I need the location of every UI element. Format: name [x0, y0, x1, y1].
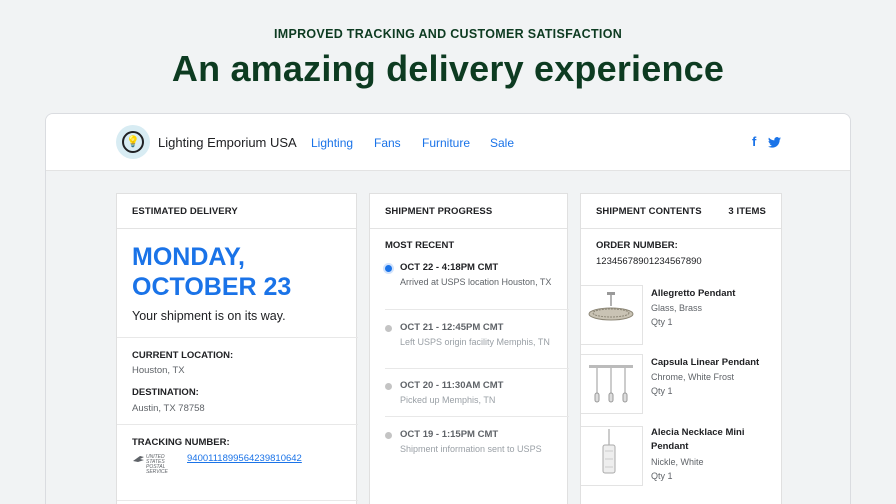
step-description: Arrived at USPS location Houston, TX — [400, 277, 552, 287]
item-quantity: Qty 1 — [651, 471, 673, 481]
step-description: Shipment information sent to USPS — [400, 444, 542, 454]
item-material: Nickle, White — [651, 457, 704, 467]
panel-heading: ESTIMATED DELIVERY — [117, 194, 356, 229]
linear-pendant-icon — [589, 365, 633, 403]
step-description: Picked up Memphis, TN — [400, 395, 496, 405]
panel-heading: SHIPMENT PROGRESS — [370, 194, 567, 229]
item-name[interactable]: Alecia Necklace Mini Pendant — [651, 426, 771, 454]
divider — [117, 424, 358, 425]
progress-step: OCT 22 - 4:18PM CMT Arrived at USPS loca… — [370, 262, 569, 310]
divider — [117, 337, 358, 338]
current-location-label: CURRENT LOCATION: — [132, 350, 234, 361]
order-number-value: 12345678901234567890 — [596, 256, 702, 267]
delivery-date: MONDAY, OCTOBER 23 — [132, 242, 291, 302]
progress-step: OCT 21 - 12:45PM CMT Left USPS origin fa… — [370, 322, 569, 370]
nav-link-furniture[interactable]: Furniture — [422, 136, 470, 150]
shipment-progress-panel: SHIPMENT PROGRESS MOST RECENT OCT 22 - 4… — [369, 193, 569, 504]
step-title: OCT 19 - 1:15PM CMT — [400, 429, 499, 440]
usps-logo: UNITED STATES POSTAL SERVICE — [132, 454, 182, 475]
twitter-icon[interactable] — [768, 136, 781, 148]
step-title: OCT 22 - 4:18PM CMT — [400, 262, 499, 273]
nav-link-fans[interactable]: Fans — [374, 136, 401, 150]
item-quantity: Qty 1 — [651, 317, 673, 327]
item-image[interactable] — [581, 354, 643, 414]
delivery-day: MONDAY, — [132, 243, 245, 271]
destination-value: Austin, TX 78758 — [132, 403, 205, 414]
chandelier-icon — [588, 292, 634, 321]
item-quantity: Qty 1 — [651, 386, 673, 396]
step-dot — [385, 325, 392, 332]
destination-label: DESTINATION: — [132, 387, 199, 398]
step-dot — [385, 432, 392, 439]
store-logo[interactable]: 💡 — [116, 125, 150, 159]
divider — [117, 500, 358, 501]
order-number-label: ORDER NUMBER: — [596, 240, 678, 251]
store-window: 💡 Lighting Emporium USA Lighting Fans Fu… — [45, 113, 851, 504]
item-material: Chrome, White Frost — [651, 372, 735, 382]
hero-eyebrow: IMPROVED TRACKING AND CUSTOMER SATISFACT… — [273, 27, 623, 41]
current-location-value: Houston, TX — [132, 365, 185, 376]
panel-heading: SHIPMENT CONTENTS 3 ITEMS — [581, 194, 781, 229]
active-step-dot — [385, 265, 392, 272]
item-image[interactable] — [581, 426, 643, 486]
step-title: OCT 21 - 12:45PM CMT — [400, 322, 504, 333]
item-name[interactable]: Allegretto Pendant — [651, 287, 771, 301]
tracking-number-link[interactable]: 9400111899564239810642 — [187, 453, 302, 464]
mini-pendant-icon — [602, 429, 616, 474]
item-image[interactable] — [581, 285, 643, 345]
brand-name[interactable]: Lighting Emporium USA — [158, 135, 297, 150]
delivery-month-day: OCTOBER 23 — [132, 273, 292, 301]
facebook-icon[interactable]: f — [752, 134, 756, 149]
nav-link-sale[interactable]: Sale — [490, 136, 514, 150]
step-title: OCT 20 - 11:30AM CMT — [400, 380, 504, 391]
shipment-contents-panel: SHIPMENT CONTENTS 3 ITEMS ORDER NUMBER: … — [580, 193, 782, 504]
most-recent-label: MOST RECENT — [385, 240, 455, 251]
step-dot — [385, 383, 392, 390]
divider — [385, 368, 569, 369]
step-description: Left USPS origin facility Memphis, TN — [400, 337, 550, 347]
item-count: 3 ITEMS — [728, 206, 766, 217]
tracking-label: TRACKING NUMBER: — [132, 437, 230, 448]
usps-logo-text: UNITED STATES POSTAL SERVICE — [146, 454, 168, 475]
item-material: Glass, Brass — [651, 303, 703, 313]
estimated-delivery-panel: ESTIMATED DELIVERY MONDAY, OCTOBER 23 Yo… — [116, 193, 358, 504]
shipment-status: Your shipment is on its way. — [132, 309, 286, 323]
nav-link-lighting[interactable]: Lighting — [311, 136, 353, 150]
progress-step: OCT 20 - 11:30AM CMT Picked up Memphis, … — [370, 380, 569, 416]
lightbulb-icon: 💡 — [122, 131, 144, 153]
store-header: 💡 Lighting Emporium USA Lighting Fans Fu… — [46, 114, 850, 171]
divider — [385, 416, 569, 417]
hero-title: An amazing delivery experience — [171, 48, 725, 89]
divider — [385, 309, 569, 310]
contents-heading: SHIPMENT CONTENTS — [596, 206, 702, 217]
item-name[interactable]: Capsula Linear Pendant — [651, 356, 771, 370]
progress-step: OCT 19 - 1:15PM CMT Shipment information… — [370, 429, 569, 465]
